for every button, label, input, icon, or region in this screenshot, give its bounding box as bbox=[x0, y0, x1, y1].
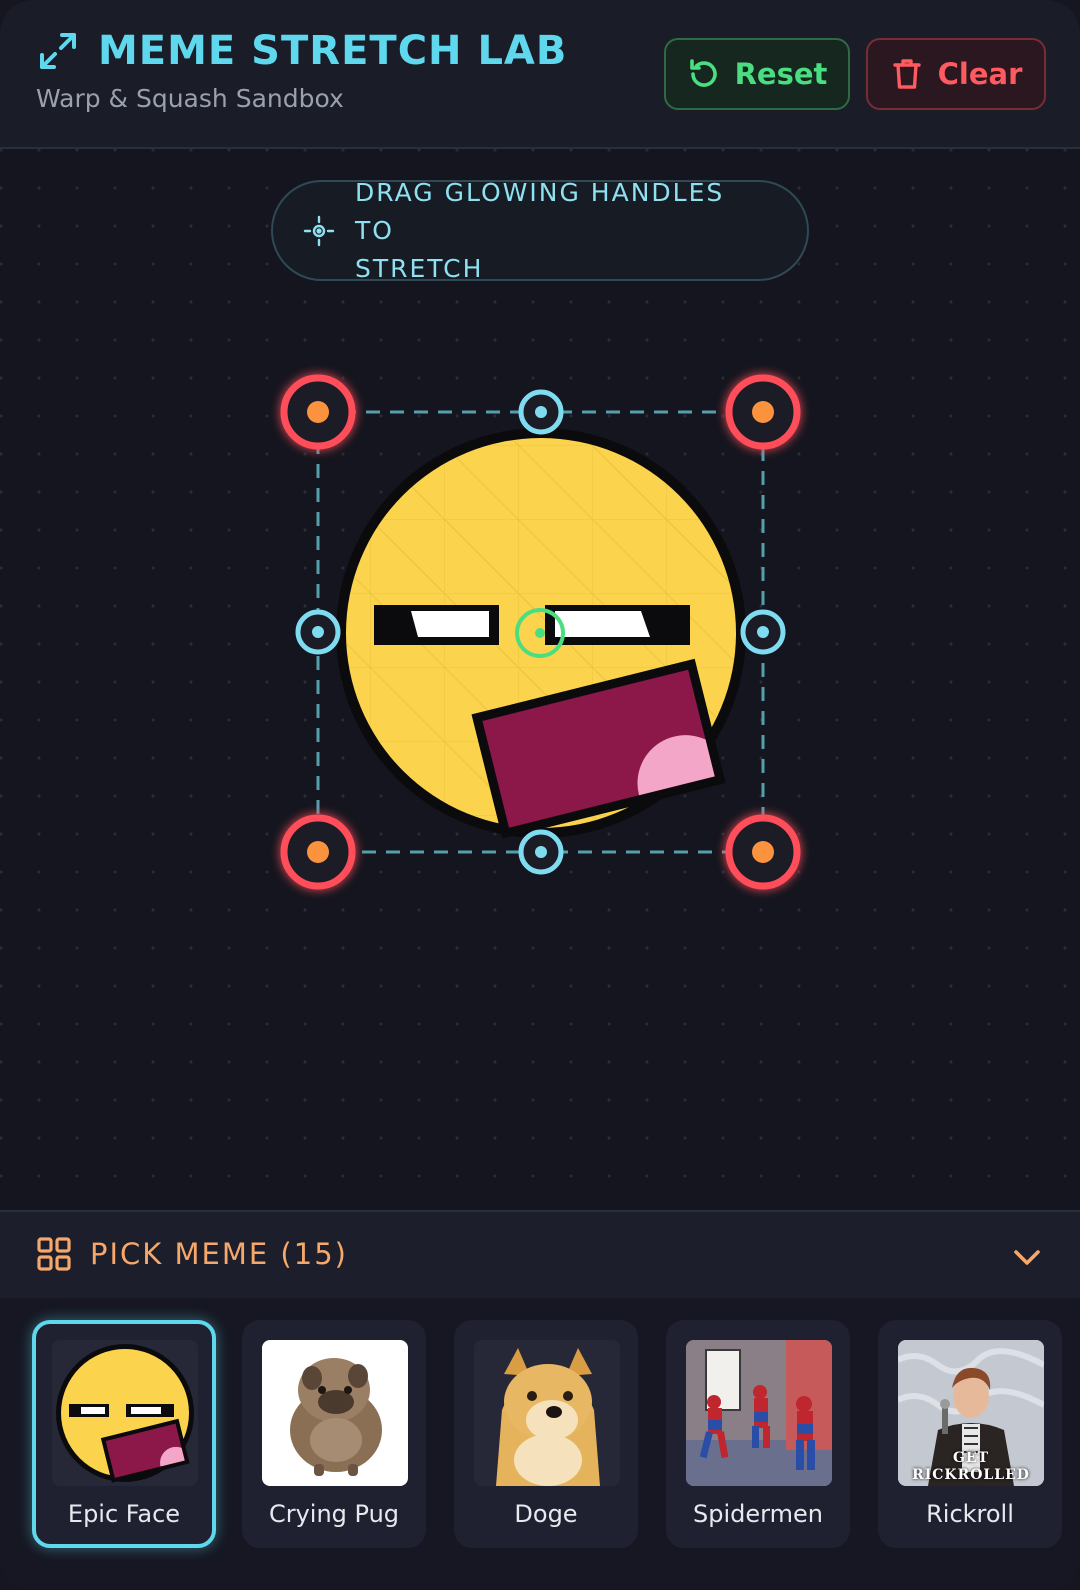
clear-button[interactable]: Clear bbox=[866, 38, 1046, 110]
app-subtitle: Warp & Squash Sandbox bbox=[36, 84, 344, 113]
meme-card-label: Doge bbox=[514, 1500, 578, 1528]
grid-icon bbox=[37, 1237, 71, 1271]
meme-thumb-epic-face bbox=[52, 1340, 198, 1486]
meme-thumb-crying-pug bbox=[262, 1340, 408, 1486]
meme-card-label: Spidermen bbox=[693, 1500, 823, 1528]
edge-handle-right[interactable] bbox=[740, 609, 786, 655]
reset-label: Reset bbox=[734, 57, 828, 91]
trash-icon bbox=[892, 59, 921, 89]
meme-card-doge[interactable]: Doge bbox=[454, 1320, 638, 1548]
chevron-down-icon[interactable] bbox=[1010, 1240, 1044, 1274]
meme-picker-list: Epic Face Crying Pug Doge Spidermen GET … bbox=[0, 1298, 1080, 1590]
corner-handle-top-right[interactable] bbox=[725, 374, 801, 450]
edge-handle-top[interactable] bbox=[518, 389, 564, 435]
meme-card-label: Rickroll bbox=[926, 1500, 1014, 1528]
meme-card-spidermen[interactable]: Spidermen bbox=[666, 1320, 850, 1548]
rickroll-caption-line-2: RICKROLLED bbox=[912, 1467, 1030, 1483]
meme-card-label: Epic Face bbox=[67, 1500, 181, 1528]
corner-handle-bottom-left[interactable] bbox=[280, 814, 356, 890]
meme-stage bbox=[280, 374, 801, 890]
corner-handle-top-left[interactable] bbox=[280, 374, 356, 450]
edge-handle-left[interactable] bbox=[295, 609, 341, 655]
meme-picker-header[interactable]: PICK MEME (15) bbox=[0, 1210, 1080, 1300]
expand-icon bbox=[40, 33, 76, 69]
rickroll-caption-line-1: GET bbox=[952, 1450, 990, 1466]
title-row: MEME STRETCH LAB bbox=[36, 28, 567, 74]
stretch-canvas[interactable]: DRAG GLOWING HANDLES TO STRETCH bbox=[0, 149, 1080, 1210]
meme-card-crying-pug[interactable]: Crying Pug bbox=[242, 1320, 426, 1548]
clear-label: Clear bbox=[937, 57, 1023, 91]
meme-card-label: Crying Pug bbox=[268, 1500, 400, 1528]
picker-label: PICK MEME (15) bbox=[90, 1237, 348, 1271]
meme-card-epic-face[interactable]: Epic Face bbox=[32, 1320, 216, 1548]
meme-thumb-spidermen bbox=[686, 1340, 832, 1486]
reset-button[interactable]: Reset bbox=[664, 38, 850, 110]
meme-thumb-rickroll: GET RICKROLLED bbox=[898, 1340, 1044, 1486]
header: MEME STRETCH LAB Warp & Squash Sandbox R… bbox=[0, 0, 1080, 149]
edge-handle-bottom[interactable] bbox=[518, 829, 564, 875]
app-window: MEME STRETCH LAB Warp & Squash Sandbox R… bbox=[0, 0, 1080, 1590]
app-title: MEME STRETCH LAB bbox=[98, 28, 568, 74]
picker-title: PICK MEME (15) bbox=[36, 1236, 348, 1272]
rickroll-caption: GET RICKROLLED bbox=[898, 1450, 1044, 1484]
meme-thumb-doge bbox=[474, 1340, 620, 1486]
corner-handle-bottom-right[interactable] bbox=[725, 814, 801, 890]
meme-card-rickroll[interactable]: GET RICKROLLED Rickroll bbox=[878, 1320, 1062, 1548]
refresh-icon bbox=[689, 59, 717, 87]
